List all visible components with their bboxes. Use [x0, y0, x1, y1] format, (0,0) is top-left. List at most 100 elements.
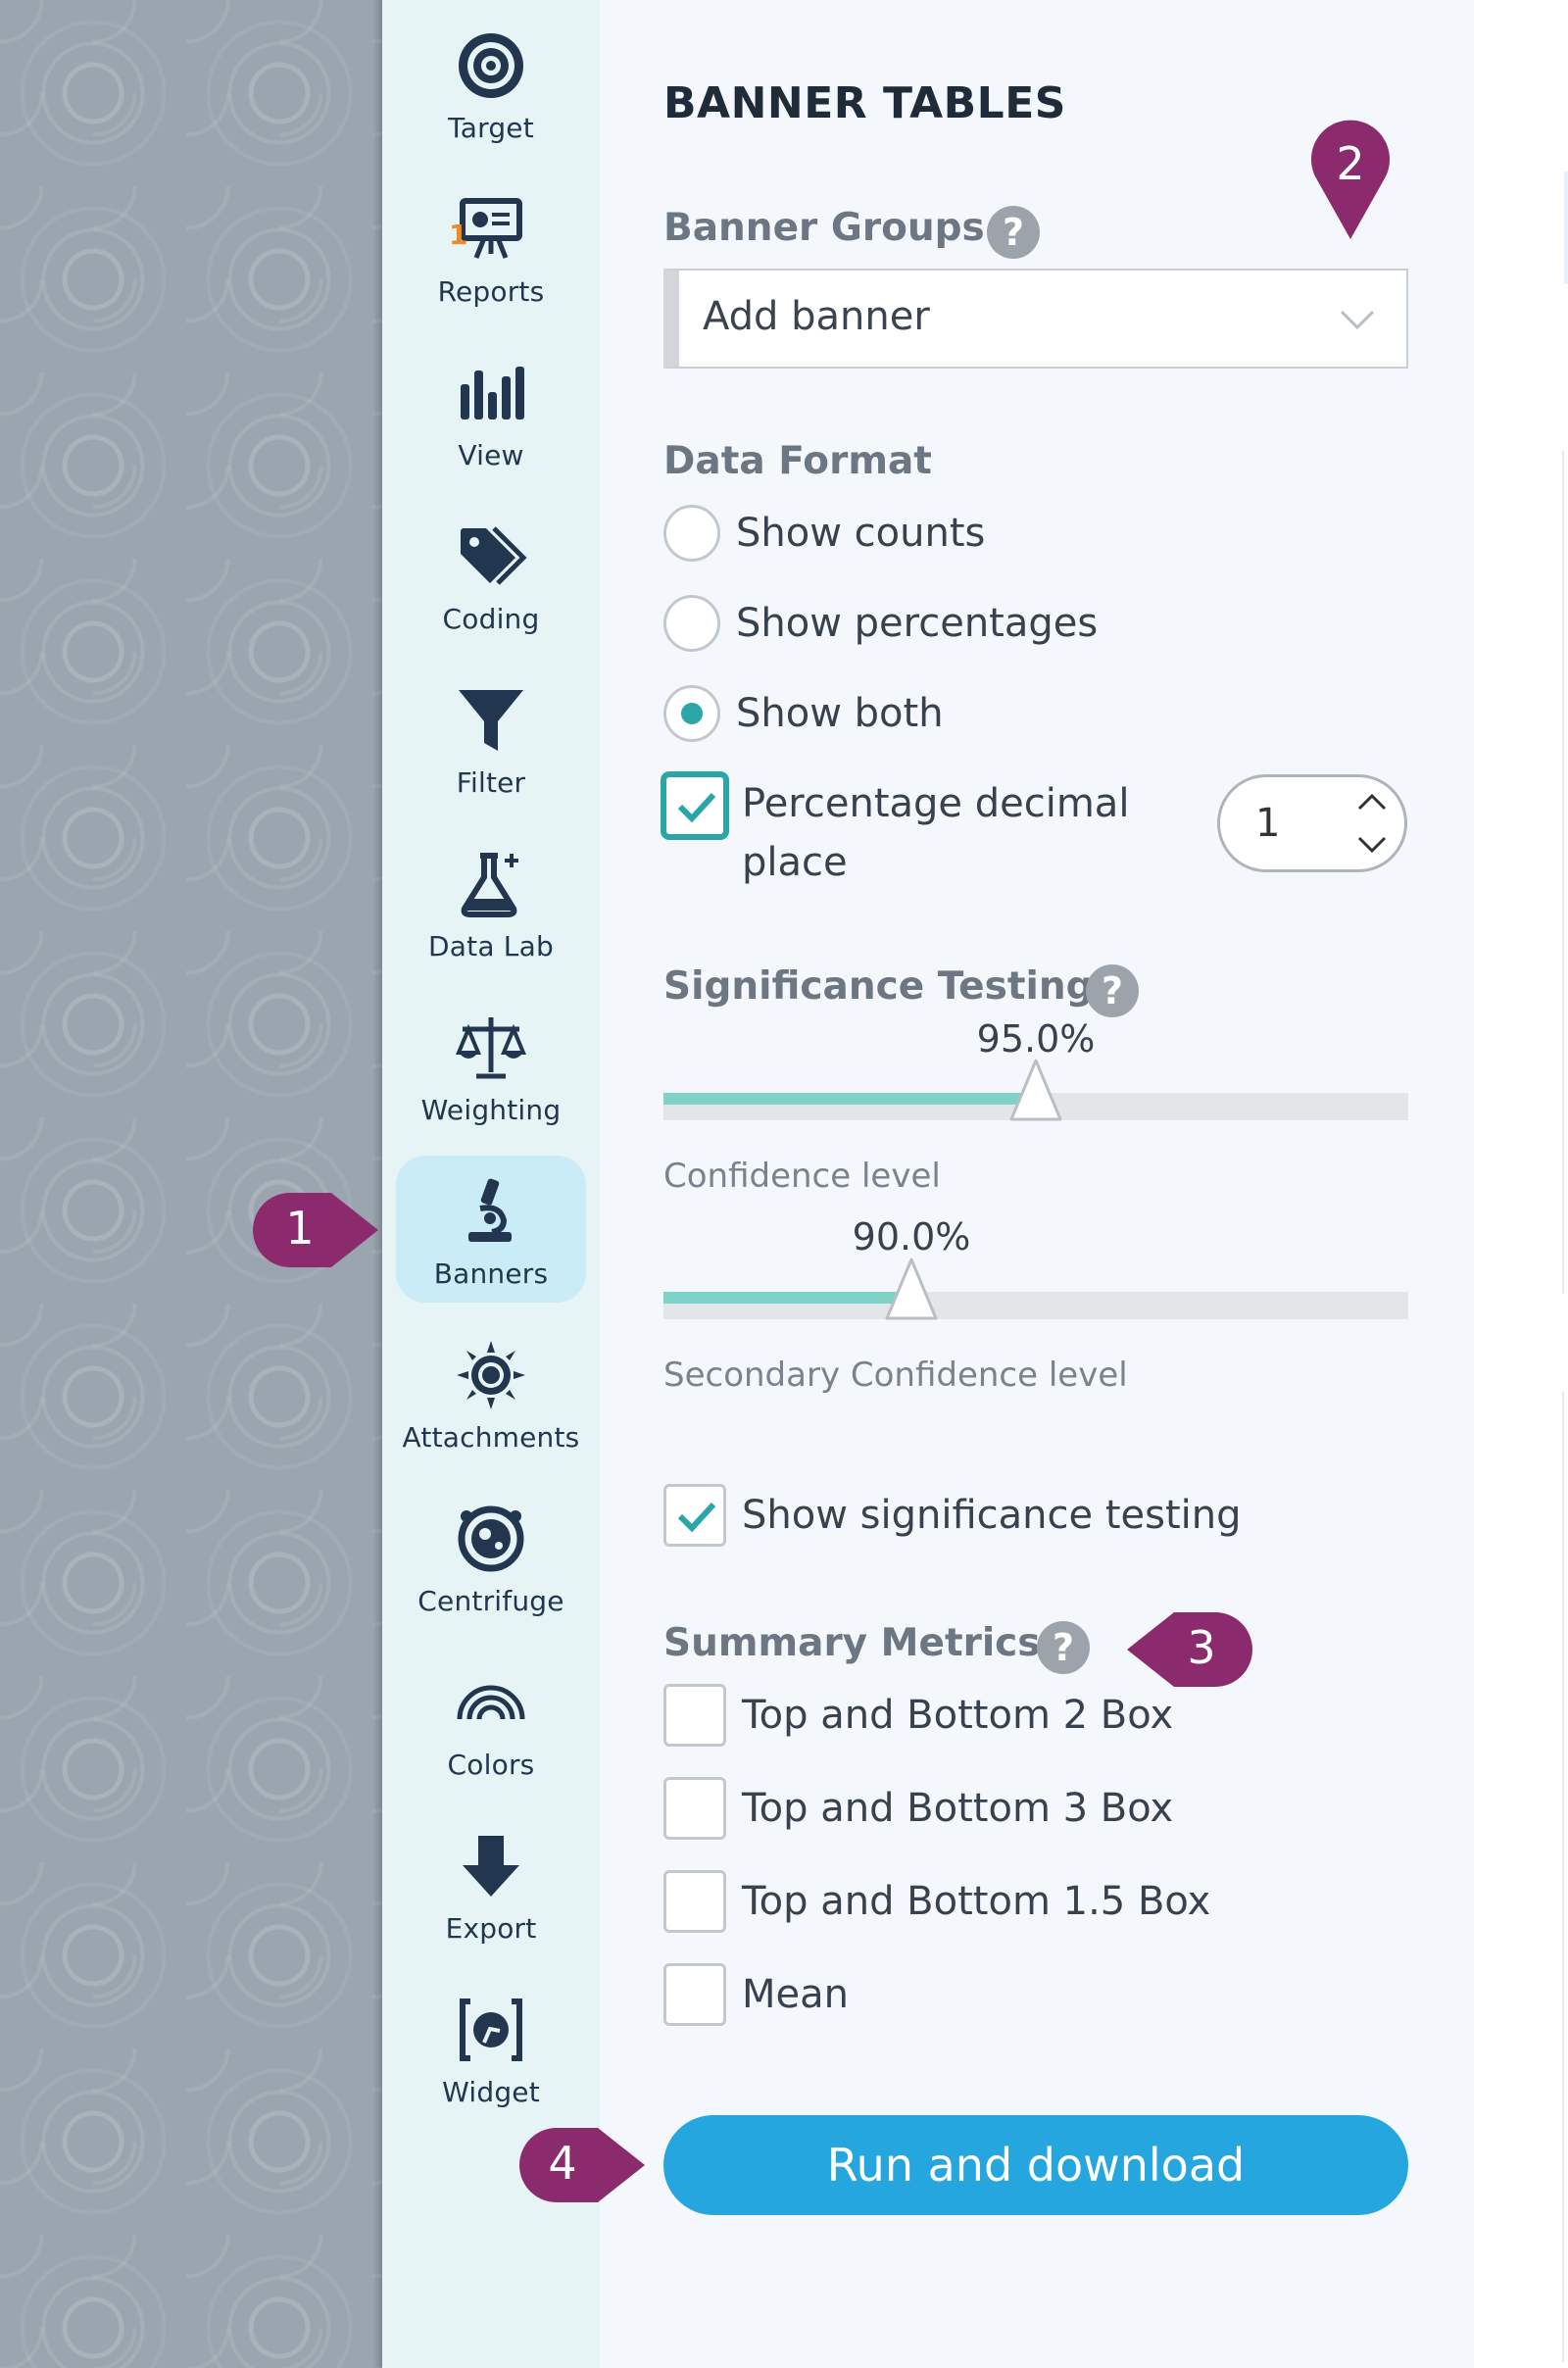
slider-thumb[interactable]: [1008, 1058, 1063, 1122]
divider: [1562, 451, 1568, 1294]
decimal-place-stepper[interactable]: 1: [1217, 774, 1407, 872]
sidebar-item-target[interactable]: Target: [396, 10, 586, 157]
confidence-level-slider[interactable]: [663, 1059, 1408, 1121]
sidebar-item-weighting[interactable]: Weighting: [396, 992, 586, 1139]
confidence-level-value: 95.0%: [976, 1017, 1096, 1061]
banner-groups-help-icon[interactable]: ?: [987, 206, 1040, 259]
metric-checkbox[interactable]: [663, 1684, 726, 1747]
funnel-icon: [455, 684, 527, 757]
widget-icon: [455, 1994, 527, 2066]
radio-button[interactable]: [663, 505, 720, 562]
sidebar-item-label: Reports: [437, 275, 545, 308]
chevron-up-icon[interactable]: [1355, 787, 1389, 816]
slider-fill: [663, 1093, 1036, 1105]
secondary-confidence-caption: Secondary Confidence level: [663, 1356, 1128, 1395]
metric-label: Mean: [742, 1972, 849, 2017]
radio-show-percentages[interactable]: Show percentages: [663, 592, 1098, 655]
divider: [1562, 1392, 1568, 2362]
sidebar-item-label: Weighting: [420, 1094, 562, 1126]
sidebar-item-data-lab[interactable]: Data Lab: [396, 828, 586, 975]
metric-checkbox[interactable]: [663, 1870, 726, 1933]
radio-label: Show percentages: [736, 601, 1099, 646]
banner-tables-panel: BANNER TABLES Banner Groups ? Add banner…: [600, 0, 1474, 2368]
sidebar-item-label: Coding: [442, 603, 540, 635]
microscope-icon: [455, 1175, 527, 1248]
chevron-down-icon[interactable]: [1355, 830, 1389, 860]
radio-label: Show counts: [736, 511, 986, 556]
metric-checkbox[interactable]: [663, 1777, 726, 1840]
slider-thumb[interactable]: [884, 1257, 939, 1321]
run-and-download-button[interactable]: Run and download: [663, 2115, 1408, 2215]
sidebar-item-label: Target: [448, 112, 534, 144]
chevron-down-icon: [1340, 310, 1375, 330]
callout-number-2: 2: [1336, 137, 1365, 190]
decimal-place-checkbox-row[interactable]: [663, 774, 726, 837]
content-area-edge: [1474, 0, 1568, 2368]
sidebar-item-label: Export: [445, 1912, 537, 1945]
sidebar-item-view[interactable]: View: [396, 337, 586, 484]
banner-select-value: Add banner: [703, 294, 930, 339]
radio-button[interactable]: [663, 595, 720, 652]
sidebar-nav: Target 1 Reports View Coding Filter Data…: [382, 0, 600, 2368]
balance-scale-icon: [455, 1011, 527, 1084]
sidebar-item-reports[interactable]: 1 Reports: [396, 173, 586, 321]
radio-label: Show both: [736, 691, 944, 736]
rainbow-icon: [455, 1666, 527, 1739]
callout-number-1: 1: [285, 1202, 315, 1255]
sidebar-item-label: View: [458, 439, 524, 471]
checkmark-icon: [677, 792, 716, 823]
target-icon: [455, 29, 527, 102]
sidebar-item-colors[interactable]: Colors: [396, 1647, 586, 1794]
sidebar-item-centrifuge[interactable]: Centrifuge: [396, 1483, 586, 1630]
metric-label: Top and Bottom 1.5 Box: [742, 1879, 1211, 1924]
flask-icon: [455, 848, 527, 920]
checkmark-icon: [677, 1502, 716, 1533]
sidebar-item-label: Filter: [456, 766, 526, 799]
sidebar-item-widget[interactable]: Widget: [396, 1974, 586, 2121]
banner-select[interactable]: Add banner: [663, 269, 1408, 369]
centrifuge-icon: [455, 1503, 527, 1575]
sidebar-item-coding[interactable]: Coding: [396, 501, 586, 648]
banner-groups-label: Banner Groups: [663, 206, 985, 250]
page-title: BANNER TABLES: [663, 78, 1066, 128]
radio-show-counts[interactable]: Show counts: [663, 502, 985, 565]
significance-testing-label: Significance Testing: [663, 964, 1094, 1009]
metric-label: Top and Bottom 2 Box: [742, 1693, 1174, 1738]
radio-button[interactable]: [663, 685, 720, 742]
data-format-label: Data Format: [663, 439, 932, 483]
metric-top-bottom-3-row[interactable]: Top and Bottom 3 Box: [663, 1777, 1173, 1840]
sidebar-item-label: Centrifuge: [417, 1585, 564, 1617]
stepper-value: 1: [1255, 801, 1281, 846]
sidebar-item-label: Widget: [442, 2076, 540, 2108]
down-arrow-icon: [455, 1830, 527, 1902]
summary-metrics-help-icon[interactable]: ?: [1037, 1621, 1090, 1674]
metric-mean-row[interactable]: Mean: [663, 1963, 849, 2026]
radio-show-both[interactable]: Show both: [663, 682, 944, 745]
slider-fill: [663, 1292, 911, 1304]
summary-metrics-label: Summary Metrics: [663, 1621, 1041, 1665]
secondary-confidence-value: 90.0%: [852, 1215, 971, 1258]
show-significance-label: Show significance testing: [742, 1493, 1242, 1538]
show-significance-row[interactable]: Show significance testing: [663, 1484, 1242, 1547]
sidebar-item-banners[interactable]: Banners: [396, 1156, 586, 1303]
metric-label: Top and Bottom 3 Box: [742, 1786, 1174, 1831]
sidebar-item-filter[interactable]: Filter: [396, 665, 586, 812]
bar-chart-icon: [455, 357, 527, 429]
show-significance-checkbox[interactable]: [663, 1484, 726, 1547]
edge-tab: [1564, 172, 1568, 284]
metric-top-bottom-2-row[interactable]: Top and Bottom 2 Box: [663, 1684, 1173, 1747]
metric-top-bottom-1-5-row[interactable]: Top and Bottom 1.5 Box: [663, 1870, 1210, 1933]
sun-icon: [455, 1339, 527, 1411]
sidebar-item-label: Data Lab: [428, 930, 554, 962]
sidebar-item-label: Attachments: [402, 1421, 580, 1454]
secondary-confidence-slider[interactable]: [663, 1258, 1408, 1320]
confidence-level-caption: Confidence level: [663, 1157, 941, 1196]
significance-help-icon[interactable]: ?: [1086, 964, 1139, 1017]
presentation-board-icon: 1: [449, 193, 527, 266]
sidebar-item-attachments[interactable]: Attachments: [396, 1319, 586, 1466]
decimal-place-checkbox[interactable]: [663, 774, 726, 837]
callout-number-3: 3: [1187, 1621, 1216, 1674]
decimal-place-label: Percentage decimal place: [742, 781, 1130, 885]
metric-checkbox[interactable]: [663, 1963, 726, 2026]
sidebar-item-export[interactable]: Export: [396, 1810, 586, 1957]
